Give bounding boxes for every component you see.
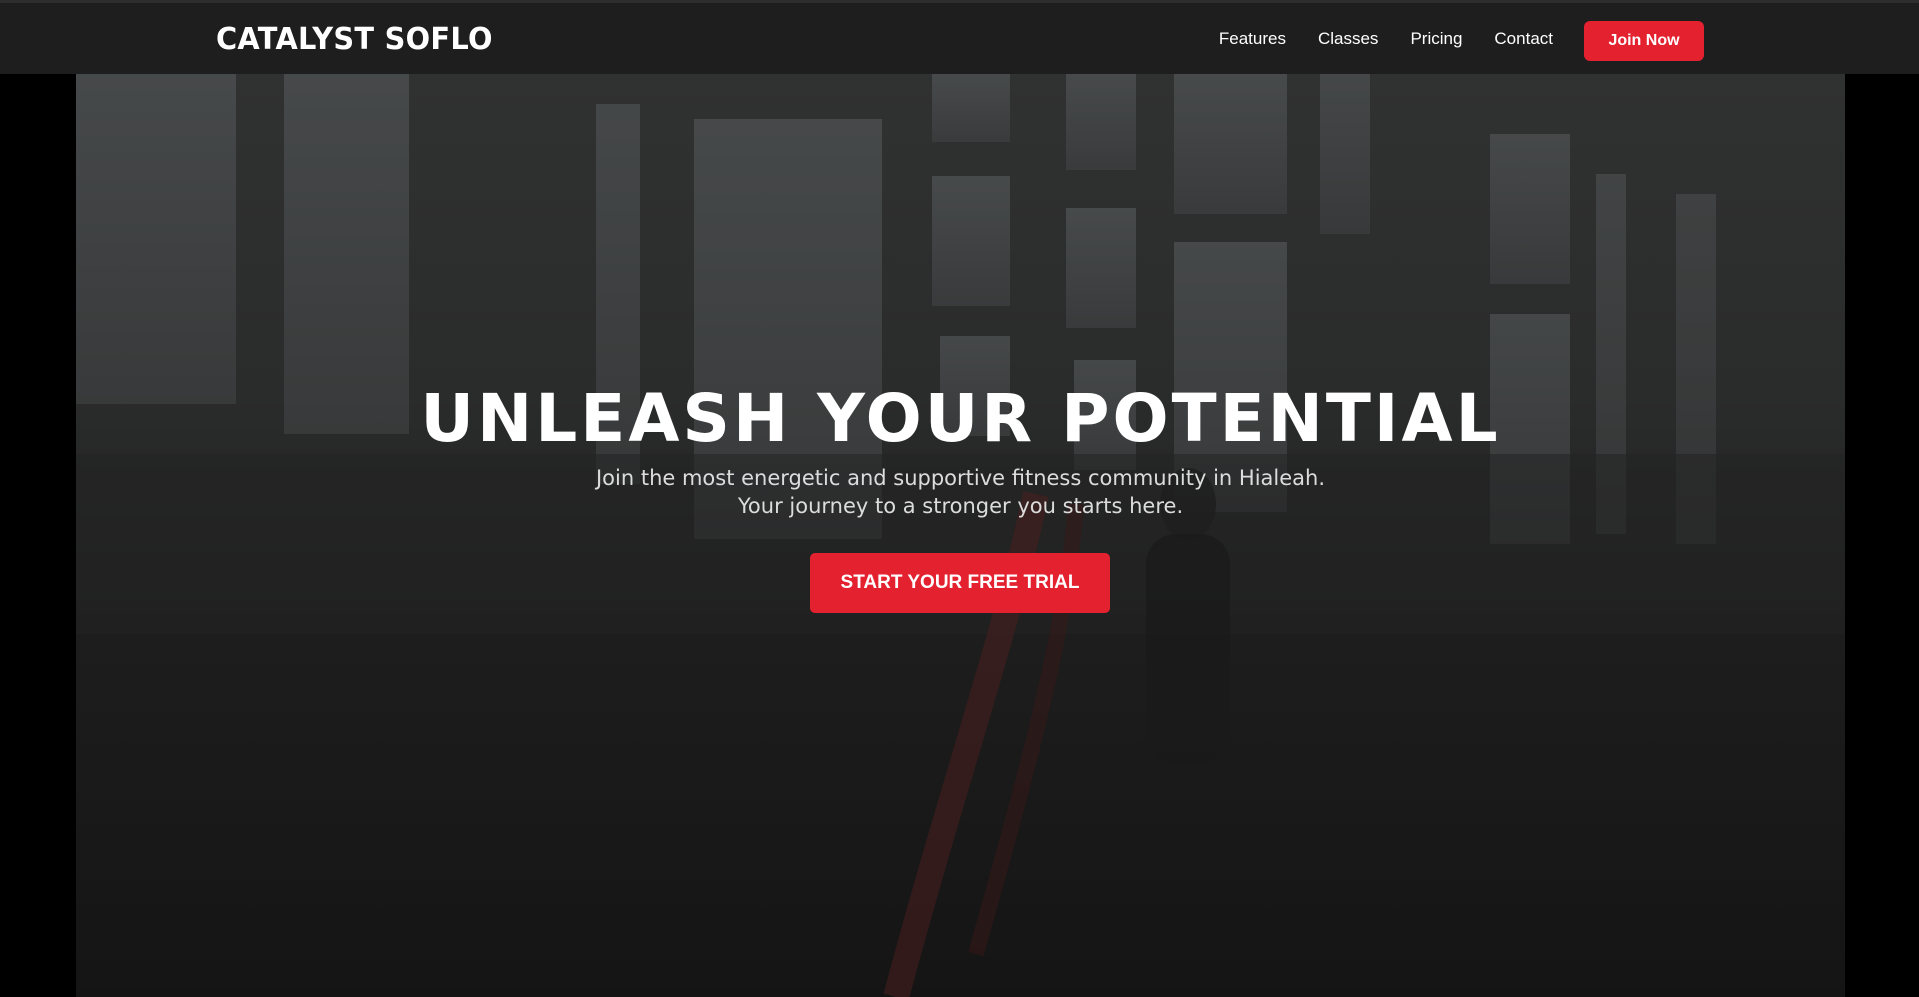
nav-link-classes[interactable]: Classes bbox=[1318, 29, 1378, 49]
hero-content: UNLEASH YOUR POTENTIAL Join the most ene… bbox=[76, 74, 1845, 997]
hero-headline: UNLEASH YOUR POTENTIAL bbox=[420, 380, 1501, 457]
start-free-trial-button[interactable]: START YOUR FREE TRIAL bbox=[810, 553, 1110, 613]
hero-subtitle-line-2: Your journey to a stronger you starts he… bbox=[737, 494, 1184, 518]
main-nav: Features Classes Pricing Contact bbox=[1219, 29, 1553, 49]
nav-link-pricing[interactable]: Pricing bbox=[1410, 29, 1462, 49]
nav-link-features[interactable]: Features bbox=[1219, 29, 1286, 49]
hero-section: UNLEASH YOUR POTENTIAL Join the most ene… bbox=[76, 74, 1845, 997]
hero-subtitle-line-1: Join the most energetic and supportive f… bbox=[595, 466, 1326, 490]
brand-logo[interactable]: CATALYST SOFLO bbox=[216, 22, 493, 57]
nav-link-contact[interactable]: Contact bbox=[1494, 29, 1553, 49]
top-navbar: CATALYST SOFLO Features Classes Pricing … bbox=[0, 0, 1919, 74]
join-now-button[interactable]: Join Now bbox=[1584, 21, 1704, 61]
page: CATALYST SOFLO Features Classes Pricing … bbox=[0, 0, 1919, 997]
